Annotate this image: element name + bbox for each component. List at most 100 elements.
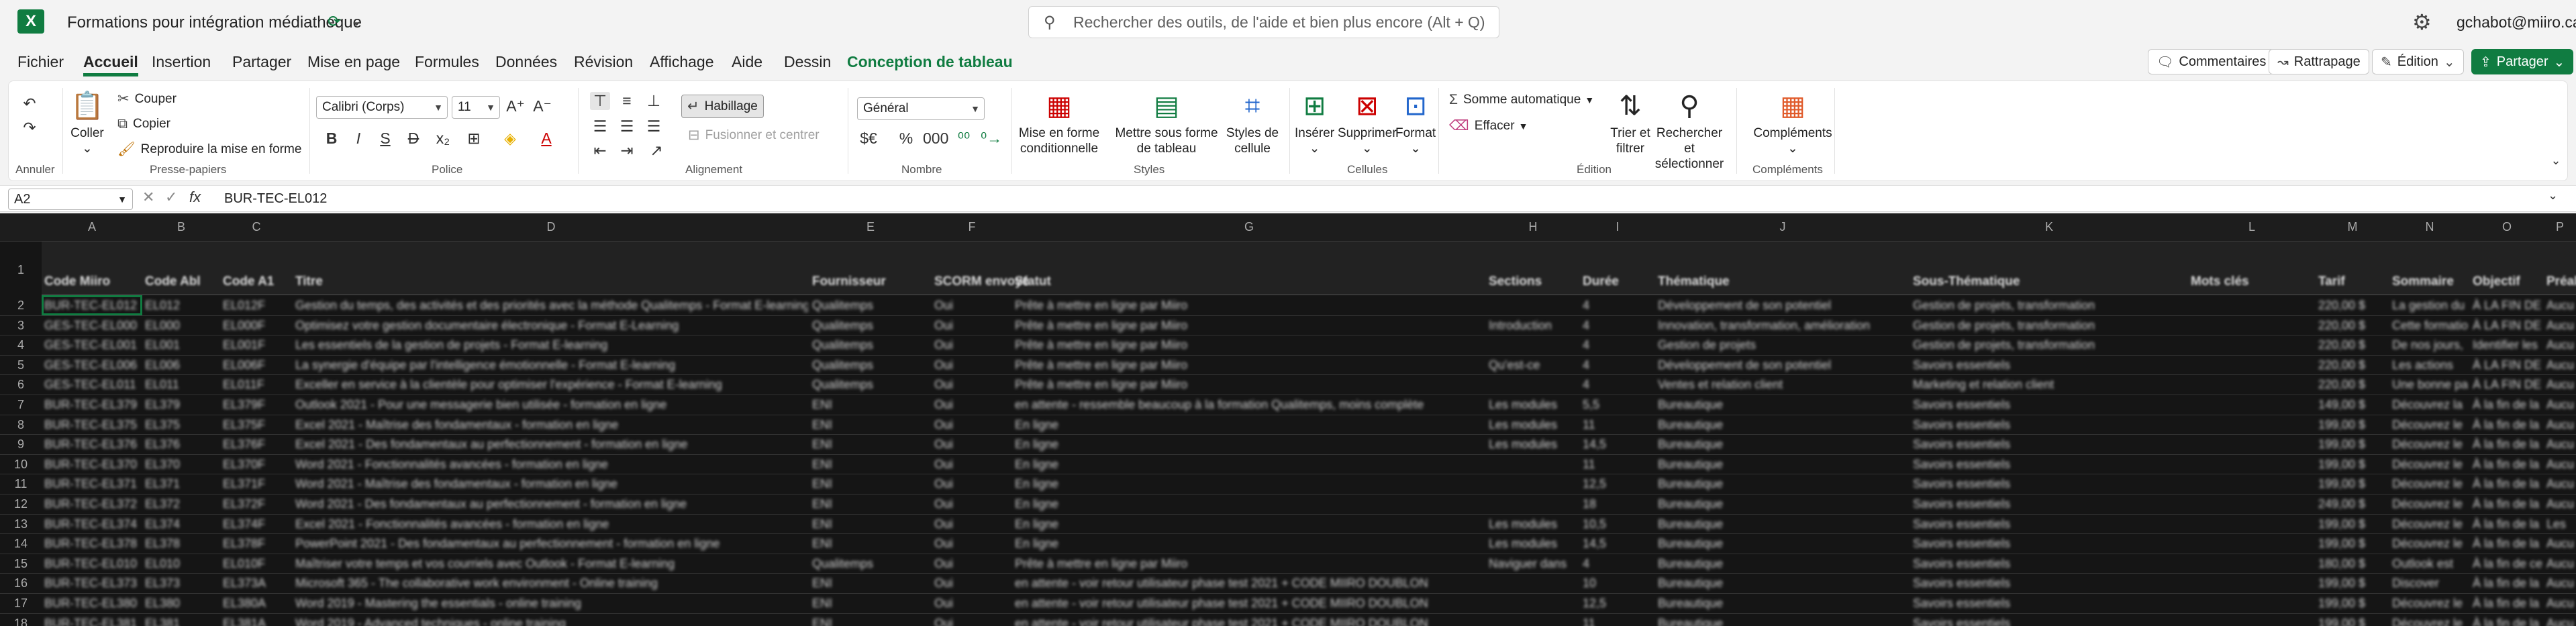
table-cell[interactable]: De nos jours,	[2392, 338, 2463, 352]
table-cell[interactable]: Les actions	[2392, 358, 2453, 372]
table-cell[interactable]: À la fin de la	[2473, 537, 2539, 551]
table-cell[interactable]: Prête à mettre en ligne par Miiro	[1015, 299, 1187, 313]
table-cell[interactable]: EL001	[145, 338, 180, 352]
table-cell[interactable]: 4	[1583, 378, 1589, 392]
table-cell[interactable]: À LA FIN DE	[2473, 319, 2541, 333]
row-number[interactable]: 1	[0, 263, 42, 277]
bold-icon[interactable]: B	[321, 129, 342, 148]
header-cell[interactable]: Objectif	[2473, 274, 2520, 289]
table-cell[interactable]: 4	[1583, 358, 1589, 372]
table-cell[interactable]: Prête à mettre en ligne par Miiro	[1015, 358, 1187, 372]
table-cell[interactable]: EL372	[145, 497, 180, 511]
align-bottom-icon[interactable]: ⊥	[644, 92, 664, 110]
undo-icon[interactable]: ↶	[19, 95, 40, 113]
table-cell[interactable]: GES-TEC-EL000	[44, 319, 137, 333]
table-cell[interactable]: En ligne	[1015, 537, 1058, 551]
thousands-icon[interactable]: 000	[923, 129, 948, 148]
table-cell[interactable]: Découvrez le	[2392, 477, 2463, 491]
table-cell[interactable]: 199,00 $	[2318, 458, 2365, 472]
table-cell[interactable]: Les modules	[1489, 437, 1557, 452]
column-header[interactable]: H	[1486, 220, 1580, 234]
currency-icon[interactable]: $€	[858, 129, 879, 148]
column-header[interactable]: A	[42, 220, 142, 234]
table-cell[interactable]: EL373	[145, 576, 180, 590]
table-cell[interactable]: Savoirs essentiels	[1913, 537, 2010, 551]
header-cell[interactable]: Sections	[1489, 274, 1542, 289]
table-cell[interactable]: Savoirs essentiels	[1913, 398, 2010, 412]
header-cell[interactable]: Sous-Thématique	[1913, 274, 2020, 289]
table-cell[interactable]: À la fin de la	[2473, 437, 2539, 452]
table-cell[interactable]: Maîtriser votre temps et vos courriels a…	[295, 557, 675, 571]
align-center-icon[interactable]: ☰	[617, 117, 637, 136]
header-cell[interactable]: Préalable	[2546, 274, 2576, 289]
column-header[interactable]: L	[2188, 220, 2316, 234]
collapse-ribbon-icon[interactable]: ⌄	[2546, 154, 2566, 168]
column-header[interactable]: E	[809, 220, 932, 234]
table-cell[interactable]: Découvrez le	[2392, 537, 2463, 551]
table-cell[interactable]: Prête à mettre en ligne par Miiro	[1015, 378, 1187, 392]
table-cell[interactable]: 5,5	[1583, 398, 1599, 412]
table-cell[interactable]: PowerPoint 2021 - Des fondamentaux au pe…	[295, 537, 720, 551]
table-cell[interactable]: 4	[1583, 319, 1589, 333]
table-cell[interactable]: 220,00 $	[2318, 358, 2365, 372]
column-header[interactable]: J	[1655, 220, 1910, 234]
table-cell[interactable]: Découvrez le	[2392, 418, 2463, 432]
table-cell[interactable]: À la fin de la	[2473, 596, 2539, 611]
table-cell[interactable]: 199,00 $	[2318, 418, 2365, 432]
table-cell[interactable]: À LA FIN DE	[2473, 299, 2541, 313]
table-cell[interactable]: EL001F	[223, 338, 265, 352]
wrap-text-button[interactable]: ↵ Habillage	[681, 95, 764, 118]
table-cell[interactable]: 4	[1583, 338, 1589, 352]
table-cell[interactable]: Qualitemps	[812, 338, 873, 352]
table-cell[interactable]: 199,00 $	[2318, 576, 2365, 590]
table-cell[interactable]: 249,00 $	[2318, 497, 2365, 511]
table-cell[interactable]: Oui	[934, 418, 953, 432]
format-as-table-button[interactable]: ▤ Mettre sous forme de tableau	[1109, 89, 1224, 156]
table-cell[interactable]: ENI	[812, 458, 832, 472]
search-input[interactable]: Rechercher des outils, de l'aide et bien…	[1073, 13, 1485, 32]
font-family-select[interactable]: Calibri (Corps) ▼	[316, 96, 448, 119]
sort-filter-button[interactable]: ⇅ Trier et filtrer	[1603, 89, 1657, 156]
table-cell[interactable]: Bureautique	[1658, 458, 1723, 472]
table-cell[interactable]: Outlook est	[2392, 557, 2453, 571]
table-cell[interactable]: En ligne	[1015, 458, 1058, 472]
column-header[interactable]: N	[2389, 220, 2470, 234]
table-cell[interactable]: Savoirs essentiels	[1913, 477, 2010, 491]
search-box[interactable]: ⚲ Rechercher des outils, de l'aide et bi…	[1028, 6, 1499, 38]
table-cell[interactable]: Aucune	[2546, 477, 2575, 491]
header-cell[interactable]: Sommaire	[2392, 274, 2454, 289]
table-cell[interactable]: Développement de son potentiel	[1658, 299, 1831, 313]
table-cell[interactable]: Découvrez le	[2392, 517, 2463, 531]
table-cell[interactable]: Aucun	[2546, 299, 2575, 313]
table-cell[interactable]: BUR-TEC-EL381	[44, 617, 137, 626]
column-header[interactable]: G	[1012, 220, 1486, 234]
paste-button[interactable]: 📋 Coller ⌄	[70, 89, 104, 156]
font-size-select[interactable]: 11 ▼	[452, 96, 500, 119]
table-cell[interactable]: Prête à mettre en ligne par Miiro	[1015, 557, 1187, 571]
table-cell[interactable]: Aucune	[2546, 418, 2575, 432]
table-cell[interactable]: BUR-TEC-EL371	[44, 477, 137, 491]
table-cell[interactable]: Oui	[934, 398, 953, 412]
table-cell[interactable]: 12,5	[1583, 596, 1606, 611]
table-cell[interactable]: Les	[2546, 517, 2566, 531]
table-cell[interactable]: Aucune	[2546, 537, 2575, 551]
column-header[interactable]: D	[293, 220, 809, 234]
table-cell[interactable]: Outlook 2021 - Pour une messagerie bien …	[295, 398, 666, 412]
table-cell[interactable]: Cette formatio	[2392, 319, 2468, 333]
header-cell[interactable]: Tarif	[2318, 274, 2345, 289]
table-cell[interactable]: Oui	[934, 358, 953, 372]
table-cell[interactable]: Gestion de projets, transformation	[1913, 319, 2095, 333]
tab-partager[interactable]: Partager	[232, 51, 291, 76]
row-number[interactable]: 10	[0, 458, 42, 472]
column-header[interactable]: O	[2470, 220, 2544, 234]
table-cell[interactable]: À la fin de la	[2473, 517, 2539, 531]
table-cell[interactable]: EL378	[145, 537, 180, 551]
table-cell[interactable]: Prête à mettre en ligne par Miiro	[1015, 319, 1187, 333]
strikethrough-icon[interactable]: D	[403, 129, 424, 148]
table-cell[interactable]: EL376F	[223, 437, 265, 452]
table-cell[interactable]: Aucune	[2546, 398, 2575, 412]
fill-color-icon[interactable]: ◈	[500, 129, 520, 148]
subscript-icon[interactable]: x₂	[433, 129, 453, 148]
table-cell[interactable]: Word 2021 - Fonctionnalités avancées - f…	[295, 458, 608, 472]
table-cell[interactable]: 4	[1583, 299, 1589, 313]
